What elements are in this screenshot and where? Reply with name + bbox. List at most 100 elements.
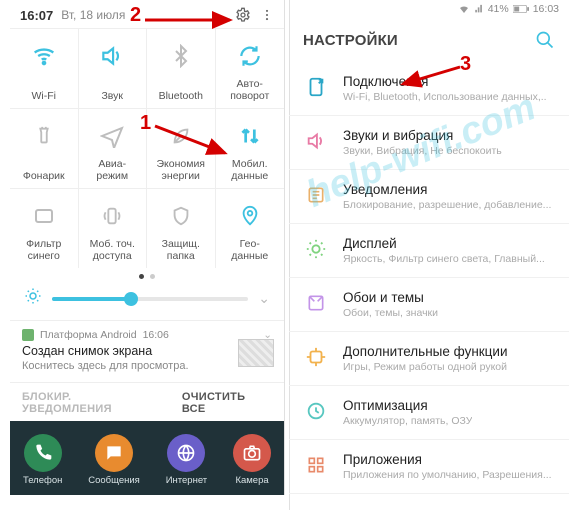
annotation-arrow-2 (140, 12, 240, 37)
brightness-icon (24, 287, 42, 310)
qs-flashlight[interactable]: Фонарик (10, 108, 79, 188)
qs-location[interactable]: Гео- данные (216, 188, 285, 268)
screenshot-thumbnail[interactable] (238, 339, 274, 367)
chevron-down-icon[interactable]: ⌄ (258, 290, 270, 307)
brightness-track[interactable] (52, 297, 248, 301)
settings-item-title: Уведомления (343, 182, 551, 197)
qs-securefolder[interactable]: Защищ. папка (147, 188, 216, 268)
settings-item-title: Оптимизация (343, 398, 472, 413)
message-icon (95, 434, 133, 472)
qs-sound[interactable]: Звук (79, 28, 148, 108)
dock: Телефон Сообщения Интернет Камера (10, 421, 284, 495)
android-icon (22, 329, 34, 341)
hotspot-icon (97, 201, 127, 231)
notif-title: Создан снимок экрана (22, 344, 272, 358)
dock-internet[interactable]: Интернет (166, 434, 207, 486)
dock-phone-label: Телефон (23, 475, 62, 486)
battery-percent: 41% (488, 3, 509, 15)
qs-securefolder-label: Защищ. папка (162, 238, 200, 262)
qs-bluetooth[interactable]: Bluetooth (147, 28, 216, 108)
settings-item-subtitle: Яркость, Фильтр синего света, Главный... (343, 253, 545, 265)
settings-item-maint[interactable]: Оптимизация Аккумулятор, память, ОЗУ (289, 386, 569, 440)
settings-item-title: Дополнительные функции (343, 344, 508, 359)
maint-icon (303, 398, 329, 424)
wallpaper-icon (303, 290, 329, 316)
qs-location-label: Гео- данные (231, 238, 268, 262)
notif-icon (303, 182, 329, 208)
qs-wifi[interactable]: Wi-Fi (10, 28, 79, 108)
qs-bluetooth-label: Bluetooth (159, 90, 203, 102)
status-time: 16:07 (20, 8, 53, 23)
settings-item-advanced[interactable]: Дополнительные функции Игры, Режим работы… (289, 332, 569, 386)
more-icon[interactable] (260, 4, 274, 26)
page-indicator (10, 268, 284, 283)
status-date: Вт, 18 июля (61, 8, 125, 22)
notification-actions: БЛОКИР. УВЕДОМЛЕНИЯ ОЧИСТИТЬ ВСЕ (10, 383, 284, 423)
qs-airplane[interactable]: Авиа- режим (79, 108, 148, 188)
qs-wifi-label: Wi-Fi (32, 90, 57, 102)
clear-all-button[interactable]: ОЧИСТИТЬ ВСЕ (182, 391, 272, 415)
bluetooth-icon (166, 41, 196, 71)
qs-bluefilter-label: Фильтр синего (26, 238, 61, 262)
dock-phone[interactable]: Телефон (23, 434, 62, 486)
dock-messages[interactable]: Сообщения (88, 434, 140, 486)
dock-messages-label: Сообщения (88, 475, 140, 486)
dock-internet-label: Интернет (166, 475, 207, 486)
annotation-2: 2 (130, 4, 141, 27)
settings-item-notif[interactable]: Уведомления Блокирование, разрешение, доб… (289, 170, 569, 224)
camera-icon (233, 434, 271, 472)
settings-title: НАСТРОЙКИ (303, 32, 398, 49)
advanced-icon (303, 344, 329, 370)
block-notifications-button[interactable]: БЛОКИР. УВЕДОМЛЕНИЯ (22, 391, 164, 415)
qs-autorotate[interactable]: Авто- поворот (216, 28, 285, 108)
notif-app: Платформа Android (40, 329, 137, 341)
shield-icon (166, 201, 196, 231)
dock-camera[interactable]: Камера (233, 434, 271, 486)
settings-item-subtitle: Звуки, Вибрация, Не беспокоить (343, 145, 502, 157)
location-icon (235, 201, 265, 231)
phone-icon (24, 434, 62, 472)
notification-panel: 16:07 Вт, 18 июля Wi-Fi Звук (10, 0, 285, 495)
connections-icon (303, 74, 329, 100)
annotation-1: 1 (140, 112, 151, 135)
search-icon[interactable] (535, 30, 555, 50)
settings-item-wallpaper[interactable]: Обои и темы Обои, темы, значки (289, 278, 569, 332)
notif-body: Коснитесь здесь для просмотра. (22, 360, 272, 372)
annotation-arrow-1 (150, 118, 240, 173)
settings-item-subtitle: Аккумулятор, память, ОЗУ (343, 415, 472, 427)
settings-item-sound[interactable]: Звуки и вибрация Звуки, Вибрация, Не бесп… (289, 116, 569, 170)
display-icon (303, 236, 329, 262)
qs-hotspot-label: Моб. точ. доступа (90, 238, 135, 262)
settings-item-subtitle: Обои, темы, значки (343, 307, 438, 319)
qs-hotspot[interactable]: Моб. точ. доступа (79, 188, 148, 268)
sound-icon (303, 128, 329, 154)
settings-item-display[interactable]: Дисплей Яркость, Фильтр синего света, Гла… (289, 224, 569, 278)
quick-settings-grid: Wi-Fi Звук Bluetooth Авто- поворот Фонар… (10, 28, 284, 268)
settings-item-subtitle: Приложения по умолчанию, Разрешения... (343, 469, 552, 481)
settings-item-title: Приложения (343, 452, 552, 467)
status-time-right: 16:03 (533, 3, 559, 15)
qs-flashlight-label: Фонарик (23, 170, 65, 182)
rotate-icon (235, 41, 265, 71)
settings-item-subtitle: Блокирование, разрешение, добавление... (343, 199, 551, 211)
settings-item-apps[interactable]: Приложения Приложения по умолчанию, Разре… (289, 440, 569, 494)
wifi-icon (29, 41, 59, 71)
speaker-icon (97, 41, 127, 71)
airplane-icon (97, 121, 127, 151)
qs-bluefilter[interactable]: Фильтр синего (10, 188, 79, 268)
brightness-slider[interactable]: ⌄ (10, 283, 284, 321)
qs-sound-label: Звук (101, 90, 123, 102)
settings-item-title: Дисплей (343, 236, 545, 251)
globe-icon (167, 434, 205, 472)
settings-list: ПодключенияWi-Fi, Bluetooth, Использован… (289, 62, 569, 494)
settings-item-subtitle: Игры, Режим работы одной рукой (343, 361, 508, 373)
apps-icon (303, 452, 329, 478)
annotation-3: 3 (460, 53, 471, 76)
dock-camera-label: Камера (235, 475, 268, 486)
notification-card[interactable]: Платформа Android 16:06 ⌄ Создан снимок … (10, 321, 284, 383)
status-bar-right: 41% 16:03 (289, 0, 569, 18)
qs-airplane-label: Авиа- режим (96, 158, 128, 182)
wifi-small-icon (458, 3, 470, 15)
settings-item-title: Обои и темы (343, 290, 438, 305)
settings-item-title: Звуки и вибрация (343, 128, 502, 143)
